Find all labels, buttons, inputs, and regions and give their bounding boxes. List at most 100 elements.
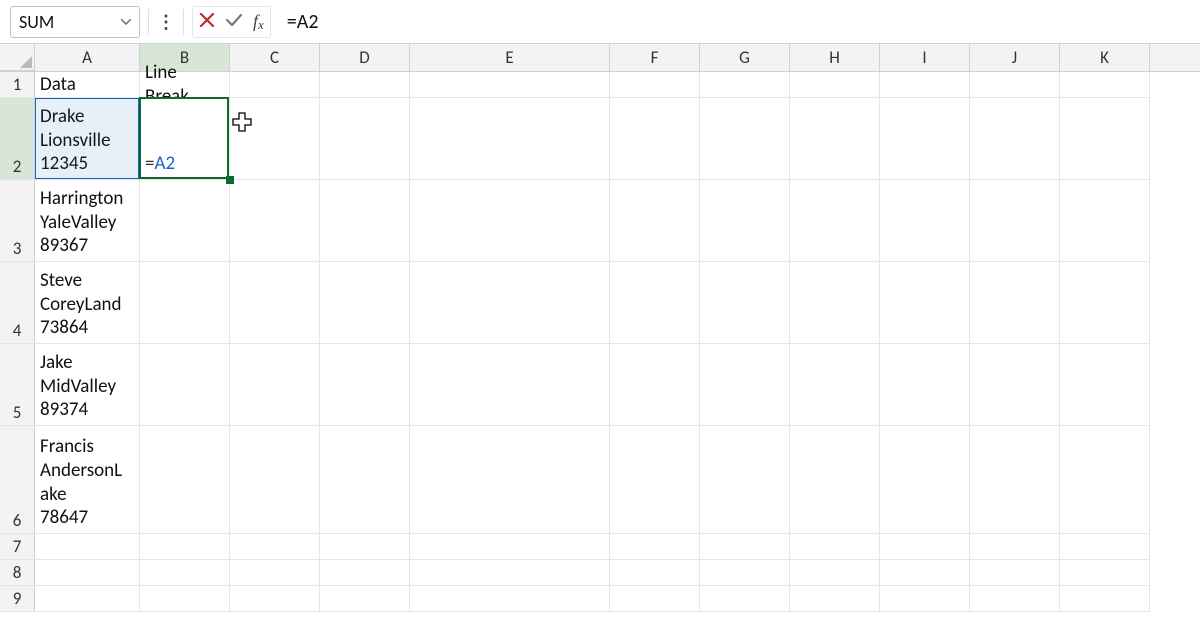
cell[interactable] bbox=[610, 98, 700, 180]
cell[interactable] bbox=[410, 534, 610, 560]
cells-area[interactable]: DataLine BreakDrake Lionsville 12345=A2H… bbox=[35, 72, 1150, 612]
row-header[interactable]: 6 bbox=[0, 426, 35, 534]
cell[interactable] bbox=[880, 586, 970, 612]
row-header[interactable]: 2 bbox=[0, 98, 35, 180]
cell[interactable] bbox=[790, 586, 880, 612]
cell[interactable] bbox=[700, 560, 790, 586]
cell[interactable] bbox=[1060, 560, 1150, 586]
cell[interactable] bbox=[320, 344, 410, 426]
cell[interactable] bbox=[880, 72, 970, 98]
cell[interactable] bbox=[790, 180, 880, 262]
cell[interactable] bbox=[140, 426, 230, 534]
column-header[interactable]: A bbox=[35, 44, 140, 71]
cell[interactable] bbox=[700, 262, 790, 344]
cell[interactable] bbox=[970, 586, 1060, 612]
cell[interactable] bbox=[790, 98, 880, 180]
column-header[interactable]: G bbox=[700, 44, 790, 71]
cell[interactable] bbox=[230, 560, 320, 586]
row-header[interactable]: 3 bbox=[0, 180, 35, 262]
column-header[interactable]: I bbox=[880, 44, 970, 71]
cell[interactable]: =A2 bbox=[140, 98, 230, 180]
name-box[interactable]: SUM bbox=[10, 6, 140, 38]
cell[interactable]: Drake Lionsville 12345 bbox=[35, 98, 140, 180]
row-header[interactable]: 5 bbox=[0, 344, 35, 426]
cell[interactable] bbox=[410, 262, 610, 344]
cell[interactable] bbox=[970, 98, 1060, 180]
cell[interactable] bbox=[970, 344, 1060, 426]
cell[interactable] bbox=[700, 344, 790, 426]
cell[interactable] bbox=[320, 180, 410, 262]
cell[interactable] bbox=[970, 534, 1060, 560]
cell[interactable] bbox=[970, 180, 1060, 262]
cell[interactable] bbox=[140, 262, 230, 344]
cell[interactable] bbox=[1060, 534, 1150, 560]
cell[interactable] bbox=[610, 344, 700, 426]
cell[interactable] bbox=[790, 560, 880, 586]
cell[interactable] bbox=[140, 586, 230, 612]
cell[interactable] bbox=[320, 560, 410, 586]
formula-input[interactable]: =A2 bbox=[277, 6, 1190, 38]
cell[interactable] bbox=[320, 98, 410, 180]
cell[interactable] bbox=[880, 262, 970, 344]
cell[interactable] bbox=[610, 72, 700, 98]
cell[interactable] bbox=[410, 426, 610, 534]
cell[interactable] bbox=[790, 426, 880, 534]
cell[interactable] bbox=[610, 426, 700, 534]
cell[interactable] bbox=[700, 586, 790, 612]
cell[interactable]: Line Break bbox=[140, 72, 230, 98]
cell[interactable] bbox=[410, 180, 610, 262]
cell[interactable] bbox=[230, 72, 320, 98]
cancel-icon[interactable] bbox=[199, 11, 215, 33]
column-header[interactable]: J bbox=[970, 44, 1060, 71]
cell[interactable] bbox=[700, 98, 790, 180]
cell[interactable] bbox=[320, 262, 410, 344]
cell[interactable] bbox=[610, 262, 700, 344]
cell[interactable] bbox=[320, 534, 410, 560]
row-header[interactable]: 1 bbox=[0, 72, 35, 98]
cell[interactable] bbox=[1060, 98, 1150, 180]
cell[interactable] bbox=[230, 534, 320, 560]
cell[interactable] bbox=[790, 534, 880, 560]
cell[interactable] bbox=[140, 180, 230, 262]
cell[interactable] bbox=[880, 180, 970, 262]
cell[interactable] bbox=[230, 180, 320, 262]
cell[interactable] bbox=[1060, 72, 1150, 98]
column-header[interactable]: H bbox=[790, 44, 880, 71]
column-header[interactable]: E bbox=[410, 44, 610, 71]
cell[interactable] bbox=[880, 534, 970, 560]
cell[interactable] bbox=[140, 560, 230, 586]
cell[interactable] bbox=[410, 344, 610, 426]
cell[interactable] bbox=[970, 72, 1060, 98]
cell[interactable] bbox=[880, 98, 970, 180]
cell[interactable] bbox=[410, 560, 610, 586]
cell[interactable] bbox=[140, 344, 230, 426]
cell[interactable] bbox=[410, 72, 610, 98]
more-icon[interactable]: ⋮ bbox=[157, 11, 175, 33]
cell[interactable] bbox=[1060, 426, 1150, 534]
column-header[interactable]: C bbox=[230, 44, 320, 71]
cell[interactable] bbox=[1060, 586, 1150, 612]
cell[interactable] bbox=[880, 426, 970, 534]
cell[interactable] bbox=[35, 560, 140, 586]
cell[interactable] bbox=[140, 534, 230, 560]
cell[interactable] bbox=[970, 262, 1060, 344]
select-all-corner[interactable] bbox=[0, 44, 35, 71]
cell[interactable] bbox=[970, 560, 1060, 586]
cell[interactable] bbox=[610, 586, 700, 612]
cell[interactable] bbox=[1060, 180, 1150, 262]
chevron-down-icon[interactable] bbox=[121, 15, 131, 29]
row-header[interactable]: 8 bbox=[0, 560, 35, 586]
cell[interactable] bbox=[700, 534, 790, 560]
cell[interactable] bbox=[230, 586, 320, 612]
cell[interactable] bbox=[700, 426, 790, 534]
cell[interactable]: Harrington YaleValley 89367 bbox=[35, 180, 140, 262]
cell[interactable]: Jake MidValley 89374 bbox=[35, 344, 140, 426]
column-header[interactable]: D bbox=[320, 44, 410, 71]
cell[interactable] bbox=[700, 180, 790, 262]
cell[interactable] bbox=[230, 344, 320, 426]
cell[interactable] bbox=[970, 426, 1060, 534]
cell[interactable] bbox=[35, 586, 140, 612]
cell[interactable] bbox=[610, 560, 700, 586]
column-header[interactable]: F bbox=[610, 44, 700, 71]
cell[interactable]: Francis AndersonL ake 78647 bbox=[35, 426, 140, 534]
